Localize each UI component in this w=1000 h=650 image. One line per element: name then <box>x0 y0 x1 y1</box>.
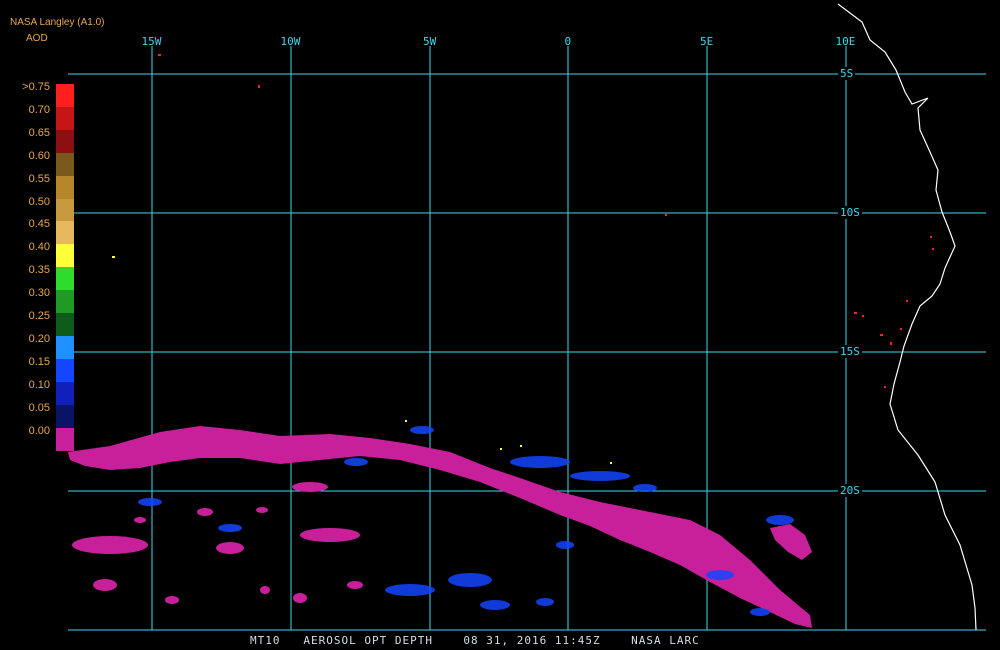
red-pixel <box>854 312 857 314</box>
blue-patch <box>138 498 162 506</box>
blue-patch <box>570 471 630 481</box>
plume-lobe-east <box>770 524 812 560</box>
legend-label: 0.10 <box>28 378 50 391</box>
main-plume-band <box>68 426 812 628</box>
latitude-label: 20S <box>838 484 862 497</box>
legend-swatch <box>56 313 74 337</box>
legend-label: 0.40 <box>28 241 50 254</box>
yellow-pixel <box>112 256 115 258</box>
legend-label: 0.60 <box>28 149 50 162</box>
legend-swatch <box>56 221 74 245</box>
blue-patch <box>344 458 368 466</box>
red-pixel <box>906 300 908 302</box>
legend-label: >0.75 <box>22 81 50 93</box>
legend-swatch <box>56 84 74 108</box>
map-canvas <box>68 3 986 631</box>
longitude-label: 5W <box>423 35 437 48</box>
legend-swatch <box>56 244 74 268</box>
red-pixel <box>258 85 260 88</box>
blue-patch <box>448 573 492 587</box>
legend-label: 0.25 <box>28 310 50 322</box>
plume-patch <box>165 596 179 604</box>
blue-patch <box>766 515 794 525</box>
legend-swatch <box>56 106 74 131</box>
plume-patch <box>293 593 307 603</box>
blue-patch <box>633 484 657 492</box>
red-pixel <box>932 248 934 250</box>
latitude-label: 5S <box>838 67 856 80</box>
legend-swatch <box>56 129 74 154</box>
legend-swatch <box>56 152 74 177</box>
legend-label: 0.35 <box>28 264 50 277</box>
blue-patch <box>480 600 510 610</box>
plume-patch <box>93 579 117 591</box>
red-pixel <box>158 54 161 56</box>
red-aerosol-pixels <box>158 54 934 388</box>
plume-patch <box>347 581 363 589</box>
legend-swatch <box>56 358 74 383</box>
legend-swatch <box>56 404 74 428</box>
plume-patch <box>197 508 213 516</box>
red-pixel <box>884 386 886 388</box>
plume-patch <box>292 482 328 492</box>
plume-patch <box>256 507 268 513</box>
latitude-label: 10S <box>838 206 862 219</box>
latitude-label: 15S <box>838 345 862 358</box>
african-coastline <box>837 3 977 631</box>
legend-label: 0.20 <box>28 332 50 345</box>
footer-caption: MT10 AEROSOL OPT DEPTH 08 31, 2016 11:45… <box>250 634 700 647</box>
legend-label: 0.70 <box>28 103 50 116</box>
product-title: NASA Langley (A1.0) <box>10 17 105 28</box>
legend-swatch <box>56 290 74 314</box>
red-pixel <box>665 214 667 216</box>
yellow-pixel <box>610 462 612 464</box>
longitude-label: 0 <box>564 35 572 48</box>
aerosol-plume <box>68 426 812 628</box>
longitude-label: 15W <box>141 35 162 48</box>
legend-swatch <box>56 198 74 222</box>
longitude-label: 10E <box>835 35 856 48</box>
legend-swatch <box>56 381 74 406</box>
legend-label: 0.65 <box>28 126 50 139</box>
legend-label: 0.15 <box>28 355 50 368</box>
blue-patch <box>218 524 242 532</box>
plume-patch <box>134 517 146 523</box>
plume-patch <box>300 528 360 542</box>
blue-patch <box>385 584 435 596</box>
yellow-pixel <box>405 420 407 422</box>
blue-patch <box>410 426 434 434</box>
blue-patch <box>556 541 574 549</box>
blue-patch <box>750 608 770 616</box>
legend-swatch <box>56 267 74 291</box>
longitude-label: 5E <box>700 35 714 48</box>
longitude-label: 10W <box>280 35 301 48</box>
red-pixel <box>930 236 932 238</box>
blue-patch <box>706 570 734 580</box>
legend-label: 0.45 <box>28 218 50 231</box>
plume-patch <box>216 542 244 554</box>
aod-map: NASA Langley (A1.0) AOD >0.75 0.70 0.65 0.6… <box>0 0 1000 650</box>
plume-patch <box>72 536 148 554</box>
yellow-pixel <box>500 448 502 450</box>
legend-swatch <box>56 427 74 451</box>
legend-swatch <box>56 175 74 199</box>
legend-label: 0.55 <box>28 172 50 185</box>
red-pixel <box>890 342 892 345</box>
graticule <box>68 46 986 631</box>
legend-label: 0.05 <box>28 401 50 414</box>
red-pixel <box>862 315 864 317</box>
yellow-pixel <box>520 445 522 447</box>
blue-patch <box>536 598 554 606</box>
legend-label: 0.00 <box>28 424 50 437</box>
red-pixel <box>880 334 883 336</box>
legend-label: 0.50 <box>28 195 50 208</box>
red-pixel <box>900 328 902 330</box>
legend-swatch <box>56 335 74 360</box>
blue-patch <box>510 456 570 468</box>
plume-patch <box>260 586 270 594</box>
legend-label: 0.30 <box>28 287 50 300</box>
units-label: AOD <box>26 33 48 44</box>
